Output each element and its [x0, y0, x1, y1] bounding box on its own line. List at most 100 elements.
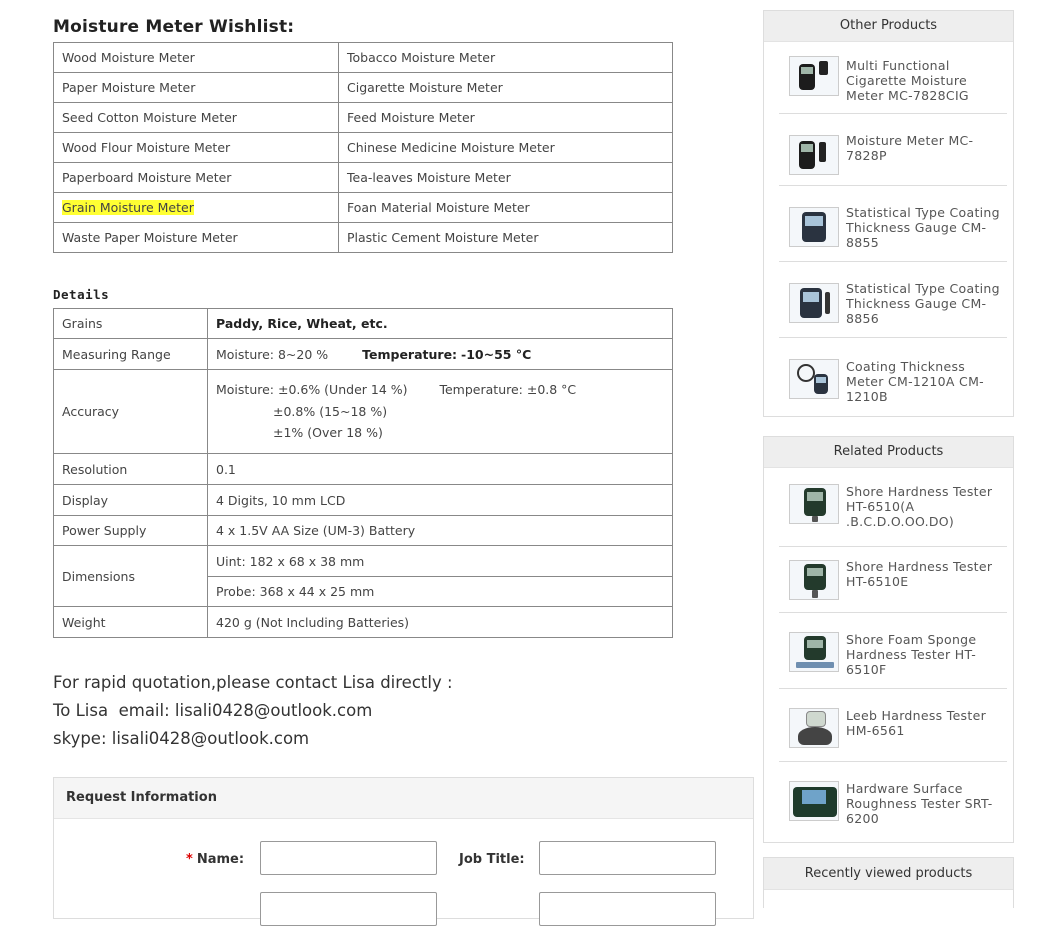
product-item[interactable]: Statistical Type Coating Thickness Gauge… [779, 261, 1007, 338]
product-item[interactable]: Statistical Type Coating Thickness Gauge… [779, 185, 1007, 262]
spec-label: Power Supply [53, 515, 208, 546]
spec-label: Display [53, 484, 208, 516]
job-title-input[interactable] [539, 841, 716, 875]
product-thumbnail[interactable] [789, 283, 839, 323]
table-row: Grains Paddy, Rice, Wheat, etc. [53, 308, 673, 339]
spec-value: 420 g (Not Including Batteries) [207, 606, 673, 638]
accuracy-temperature: Temperature: ±0.8 °C [439, 382, 577, 398]
table-row: Dimensions Uint: 182 x 68 x 38 mm [53, 545, 673, 607]
product-thumbnail[interactable] [789, 708, 839, 748]
name-input[interactable] [260, 841, 437, 875]
spec-value: Probe: 368 x 44 x 25 mm [207, 576, 673, 607]
spec-value: 4 Digits, 10 mm LCD [207, 484, 673, 516]
product-link[interactable]: Statistical Type Coating Thickness Gauge… [846, 281, 1006, 326]
product-thumbnail[interactable] [789, 484, 839, 524]
spec-value: Moisture: ±0.6% (Under 14 %) Temperature… [207, 369, 673, 454]
wishlist-cell: Tea-leaves Moisture Meter [338, 162, 673, 193]
table-row: Paperboard Moisture Meter Tea-leaves Moi… [53, 162, 673, 193]
details-title: Details [53, 287, 110, 302]
details-table: Grains Paddy, Rice, Wheat, etc. Measurin… [53, 308, 673, 638]
request-form: Request Information * Name: Job Title: [53, 777, 754, 926]
wishlist-cell: Seed Cotton Moisture Meter [53, 102, 339, 133]
product-item[interactable]: Shore Foam Sponge Hardness Tester HT-651… [779, 612, 1007, 689]
wishlist-cell: Tobacco Moisture Meter [338, 42, 673, 73]
required-mark: * [186, 852, 193, 867]
product-link[interactable]: Moisture Meter MC-7828P [846, 133, 1006, 163]
product-link[interactable]: Statistical Type Coating Thickness Gauge… [846, 205, 1006, 250]
name-label: * Name: [186, 852, 245, 867]
wishlist-cell: Wood Moisture Meter [53, 42, 339, 73]
contact-info: For rapid quotation,please contact Lisa … [53, 669, 453, 753]
product-item[interactable]: Hardware Surface Roughness Tester SRT-62… [779, 761, 1007, 831]
spec-value: Uint: 182 x 68 x 38 mm [207, 545, 673, 577]
request-form-title: Request Information [54, 778, 753, 819]
product-link[interactable]: Shore Foam Sponge Hardness Tester HT-651… [846, 632, 1006, 677]
spec-value: Moisture: 8~20 % Temperature: -10~55 °C [207, 338, 673, 370]
wishlist-cell: Chinese Medicine Moisture Meter [338, 132, 673, 163]
product-item[interactable]: Moisture Meter MC-7828P [779, 113, 1007, 186]
product-thumbnail[interactable] [789, 632, 839, 672]
product-link[interactable]: Hardware Surface Roughness Tester SRT-62… [846, 781, 1006, 826]
spec-value: 0.1 [207, 453, 673, 485]
table-row: Display 4 Digits, 10 mm LCD [53, 484, 673, 516]
accuracy-line: ±1% (Over 18 %) [273, 425, 383, 441]
contact-line: For rapid quotation,please contact Lisa … [53, 673, 453, 692]
wishlist-cell: Paperboard Moisture Meter [53, 162, 339, 193]
product-item[interactable]: Leeb Hardness Tester HM-6561 [779, 688, 1007, 762]
other-products-box: Other Products Multi Functional Cigarett… [763, 10, 1014, 417]
related-products-title: Related Products [764, 437, 1013, 468]
table-row: Accuracy Moisture: ±0.6% (Under 14 %) Te… [53, 369, 673, 454]
table-row: Resolution 0.1 [53, 453, 673, 485]
product-item[interactable]: Multi Functional Cigarette Moisture Mete… [779, 52, 1007, 114]
table-row: Power Supply 4 x 1.5V AA Size (UM-3) Bat… [53, 515, 673, 546]
spec-label: Resolution [53, 453, 208, 485]
product-link[interactable]: Shore Hardness Tester HT-6510E [846, 559, 1006, 589]
spec-label: Grains [53, 308, 208, 339]
wishlist-cell: Paper Moisture Meter [53, 72, 339, 103]
table-row: Wood Flour Moisture Meter Chinese Medici… [53, 132, 673, 163]
range-temp-label: Temperature: [362, 346, 458, 362]
wishlist-cell: Grain Moisture Meter [53, 192, 339, 223]
product-thumbnail[interactable] [789, 207, 839, 247]
product-link[interactable]: Leeb Hardness Tester HM-6561 [846, 708, 1006, 738]
contact-skype[interactable]: skype: lisali0428@outlook.com [53, 725, 453, 753]
table-row: Seed Cotton Moisture Meter Feed Moisture… [53, 102, 673, 133]
product-thumbnail[interactable] [789, 359, 839, 399]
product-thumbnail[interactable] [789, 56, 839, 96]
wishlist-cell: Waste Paper Moisture Meter [53, 222, 339, 253]
spec-label: Measuring Range [53, 338, 208, 370]
product-thumbnail[interactable] [789, 135, 839, 175]
table-row: Waste Paper Moisture Meter Plastic Cemen… [53, 222, 673, 253]
product-link[interactable]: Shore Hardness Tester HT-6510(A .B.C.D.O… [846, 484, 1006, 529]
accuracy-line: ±0.8% (15~18 %) [273, 403, 388, 419]
spec-value: Paddy, Rice, Wheat, etc. [207, 308, 673, 339]
product-link[interactable]: Multi Functional Cigarette Moisture Mete… [846, 58, 1006, 103]
product-thumbnail[interactable] [789, 560, 839, 600]
product-item[interactable]: Shore Hardness Tester HT-6510E [779, 546, 1007, 613]
wishlist-cell: Cigarette Moisture Meter [338, 72, 673, 103]
highlighted-item: Grain Moisture Meter [62, 200, 194, 215]
table-row: Paper Moisture Meter Cigarette Moisture … [53, 72, 673, 103]
contact-email[interactable]: To Lisa email: lisali0428@outlook.com [53, 697, 453, 725]
accuracy-moisture: Moisture: ±0.6% (Under 14 %) [216, 382, 408, 398]
form-input[interactable] [539, 892, 716, 926]
product-thumbnail[interactable] [789, 781, 839, 821]
wishlist-table: Wood Moisture Meter Tobacco Moisture Met… [53, 42, 673, 253]
product-link[interactable]: Coating Thickness Meter CM-1210A CM-1210… [846, 359, 1006, 404]
product-item[interactable]: Shore Hardness Tester HT-6510(A .B.C.D.O… [779, 478, 1007, 547]
related-products-box: Related Products Shore Hardness Tester H… [763, 436, 1014, 843]
spec-value: 4 x 1.5V AA Size (UM-3) Battery [207, 515, 673, 546]
wishlist-cell: Foan Material Moisture Meter [338, 192, 673, 223]
wishlist-title: Moisture Meter Wishlist: [53, 17, 295, 37]
table-row: Weight 420 g (Not Including Batteries) [53, 606, 673, 638]
form-input[interactable] [260, 892, 437, 926]
table-row: Grain Moisture Meter Foan Material Moist… [53, 192, 673, 223]
range-temp-value: -10~55 °C [461, 346, 532, 362]
wishlist-cell: Wood Flour Moisture Meter [53, 132, 339, 163]
range-moisture: Moisture: 8~20 % [216, 346, 329, 362]
table-row: Measuring Range Moisture: 8~20 % Tempera… [53, 338, 673, 370]
product-item[interactable]: Coating Thickness Meter CM-1210A CM-1210… [779, 337, 1007, 404]
recently-viewed-box: Recently viewed products [763, 857, 1014, 908]
spec-label: Dimensions [53, 545, 208, 607]
recently-viewed-title: Recently viewed products [764, 858, 1013, 890]
